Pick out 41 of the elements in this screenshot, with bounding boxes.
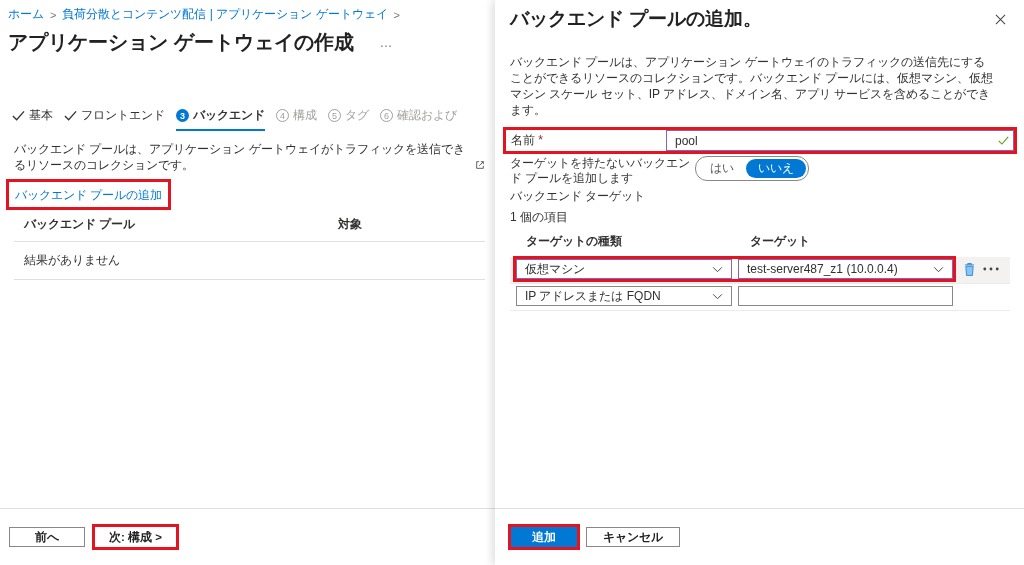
item-count: 1 個の項目 — [510, 209, 569, 226]
panel-button[interactable]: 追加 — [511, 527, 577, 547]
breadcrumb-separator: > — [50, 8, 57, 21]
delete-icon[interactable] — [964, 261, 975, 277]
more-button[interactable]: … — [375, 35, 397, 50]
panel-title: バックエンド プールの追加。 — [510, 7, 763, 31]
chevron-icon — [712, 292, 723, 300]
breadcrumb-link[interactable]: ホーム — [8, 6, 44, 23]
breadcrumb-link[interactable]: 負荷分散とコンテンツ配信 | アプリケーション ゲートウェイ — [62, 6, 388, 23]
section-heading: バックエンド ターゲット — [510, 188, 647, 205]
toggle-switch[interactable]: はい いいえ — [695, 156, 809, 181]
wizard-tab[interactable]: 3 バックエンド — [176, 108, 265, 131]
empty-message: 結果がありません — [24, 253, 120, 267]
target-dropdown[interactable]: test-server487_z1 (10.0.0.4) — [738, 259, 953, 279]
name-input[interactable]: pool — [666, 130, 1014, 151]
column-header: ターゲットの種類 — [526, 234, 623, 249]
check-icon — [12, 109, 25, 122]
check-icon — [64, 109, 77, 122]
chevron-icon — [712, 265, 723, 273]
column-header: 対象 — [338, 216, 362, 233]
page-title: アプリケーション ゲートウェイの作成 — [8, 30, 354, 55]
footer-button[interactable]: 前へ — [9, 527, 85, 547]
description-text: バックエンド プールは、アプリケーション ゲートウェイがトラフィックを送信できるリソースのコレクションです。 — [14, 141, 466, 173]
breadcrumb-separator: > — [393, 8, 400, 21]
chevron-icon — [933, 265, 944, 273]
field-label: ターゲットを持たないバックエンド プールを追加します — [510, 156, 691, 186]
external-link-icon[interactable] — [475, 160, 485, 170]
panel-description: バックエンド プールは、アプリケーション ゲートウェイのトラフィックの送信先にすることができるリソースのコレクションです。バックエンド プールには、仮想マシン、仮想マシン スケール セット、IP アドレス、ドメイン名、アプリ サービスを含めることができます。 — [510, 54, 995, 118]
type-dropdown[interactable]: IP アドレスまたは FQDN — [516, 286, 732, 306]
column-header: ターゲット — [750, 234, 810, 249]
add-pool-link[interactable]: バックエンド プールの追加 — [15, 188, 163, 202]
step-number: 3 — [176, 109, 189, 122]
type-dropdown[interactable]: 仮想マシン — [516, 259, 732, 279]
panel-button[interactable]: キャンセル — [586, 527, 680, 547]
field-label: 名前 * — [510, 132, 544, 149]
wizard-tab[interactable]: 基本 — [12, 108, 53, 131]
column-header: バックエンド プール — [24, 216, 137, 233]
target-input[interactable] — [738, 286, 953, 306]
close-icon[interactable] — [995, 13, 1006, 25]
wizard-tab[interactable]: フロントエンド — [64, 108, 165, 131]
more-icon[interactable] — [983, 267, 999, 271]
